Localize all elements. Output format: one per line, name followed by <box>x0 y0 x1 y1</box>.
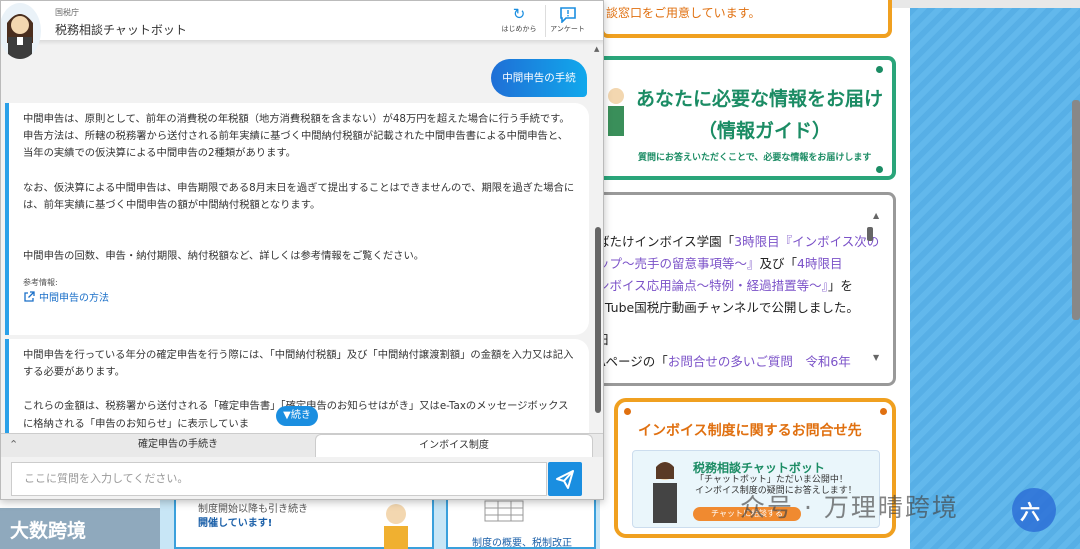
bot-message-text: 中間申告を行っている年分の確定申告を行う際には、「中間納付税額」及び「中間納付譲… <box>23 349 574 379</box>
invoice-contact-title: インボイス制度に関するお問合せ先 <box>638 423 862 439</box>
table-icon <box>484 500 524 522</box>
news-link[interactable]: 4時限目 <box>797 256 842 271</box>
corner-dot <box>624 408 631 415</box>
overview-text: 制度の概要、税制改正 <box>472 538 572 549</box>
corner-dot <box>876 166 883 173</box>
refresh-icon: ↻ <box>512 5 526 23</box>
presenter-illustration <box>384 504 408 549</box>
tab-invoice[interactable]: インボイス制度 <box>315 434 593 458</box>
info-guide-caption: 質問にお答えいただくことで、必要な情報をお届けします <box>638 153 872 163</box>
decorative-background <box>910 0 1080 549</box>
seminar-card[interactable]: 制度開始以降も引き続き 開催しています! <box>174 500 434 549</box>
news-line: ばたけインボイス学園「3時限目『インボイス次の <box>597 234 880 249</box>
news-link[interactable]: 3時限目『インボイス次の <box>734 234 879 249</box>
corner-dot <box>880 408 887 415</box>
character-illustration <box>608 88 624 136</box>
organization-label: 国税庁 <box>55 8 79 17</box>
feedback-icon <box>546 5 589 24</box>
chevron-up-icon[interactable]: ⌃ <box>9 438 18 451</box>
restart-label: はじめから <box>501 25 537 33</box>
bot-title: 税務相談チャットボット <box>55 23 187 37</box>
news-link[interactable]: ンボイス応用論点～特例・経過措置等～』 <box>597 278 828 293</box>
news-scrollbar[interactable] <box>867 227 873 241</box>
quick-tabs: ⌃ 確定申告の手続き インボイス制度 <box>1 433 603 458</box>
tab-final-return[interactable]: 確定申告の手続き <box>41 434 315 458</box>
survey-label: アンケート <box>550 25 585 33</box>
news-line: uTube国税庁動画チャンネルで公開しました。 <box>597 300 859 315</box>
operator-illustration <box>653 462 677 523</box>
restart-button[interactable]: ↻ はじめから <box>499 5 539 37</box>
input-row: ここに質問を入力してください。 <box>1 457 603 499</box>
info-guide-subtitle: （情報ガイド） <box>698 120 832 142</box>
chatbot-window: 国税庁 税務相談チャットボット ↻ はじめから アンケート 中間申告の手続 中間… <box>0 0 604 500</box>
external-link-icon <box>24 291 35 302</box>
news-line: ップ～売手の留意事項等～』及び「4時限目 <box>597 256 843 271</box>
scroll-up-icon[interactable]: ▲ <box>594 45 599 53</box>
survey-button[interactable]: アンケート <box>545 5 589 37</box>
bot-message-text: 中間申告は、原則として、前年の消費税の年税額（地方消費税額を含まない）が48万円… <box>23 113 570 160</box>
bot-message-text: 中間申告の回数、申告・納付期限、納付税額など、詳しくは参考情報をご覧ください。 <box>23 250 425 263</box>
chat-scrollbar[interactable] <box>595 227 601 413</box>
continue-button[interactable]: ▼続き <box>276 406 318 426</box>
corner-dot <box>876 66 883 73</box>
overview-card[interactable]: 制度の概要、税制改正 <box>446 500 596 549</box>
reference-label: 参考情報: <box>23 278 58 288</box>
question-input[interactable]: ここに質問を入力してください。 <box>11 462 547 496</box>
bot-message: 中間申告は、原則として、前年の消費税の年税額（地方消費税額を含まない）が48万円… <box>5 103 589 335</box>
bot-message-text: なお、仮決算による中間申告は、申告期限である8月末日を過ぎて提出することはできま… <box>23 181 575 211</box>
watermark-icon: 六 <box>1020 500 1040 524</box>
send-icon <box>556 470 574 489</box>
scroll-up-icon[interactable]: ▲ <box>873 211 879 220</box>
user-message: 中間申告の手続 <box>491 59 587 97</box>
consultation-text: 談窓口をご用意しています。 <box>606 6 761 20</box>
chatbot-promo-title: 税務相談チャットボット <box>693 461 825 475</box>
browser-strip <box>892 0 1080 8</box>
reference-link[interactable]: 中間申告の方法 <box>23 291 575 306</box>
info-guide-banner[interactable]: あなたに必要な情報をお届け （情報ガイド） 質問にお答えいただくことで、必要な情… <box>594 56 896 180</box>
consultation-card[interactable]: 談窓口をご用意しています。 <box>600 0 892 38</box>
seminar-text: 制度開始以降も引き続き <box>198 504 308 515</box>
send-button[interactable] <box>548 462 582 496</box>
news-line: ンボイス応用論点～特例・経過措置等～』」を <box>597 278 853 293</box>
scroll-down-icon[interactable]: ▼ <box>873 353 879 362</box>
news-box: ばたけインボイス学園「3時限目『インボイス次の ップ～売手の留意事項等～』及び「… <box>594 192 896 386</box>
news-link[interactable]: お問合せの多いご質問 令和6年 <box>668 354 851 369</box>
chat-header: 国税庁 税務相談チャットボット ↻ はじめから アンケート <box>1 1 603 59</box>
logo-text: 大数跨境 <box>10 520 87 542</box>
page-scrollbar[interactable] <box>1072 100 1080 320</box>
info-guide-title: あなたに必要な情報をお届け <box>636 88 884 110</box>
news-line: Aページの「お問合せの多いご質問 令和6年 <box>597 354 851 369</box>
news-link[interactable]: ップ～売手の留意事項等～』 <box>597 256 760 271</box>
site-logo: 大数跨境 <box>0 508 160 549</box>
watermark: 众号 · 万理晴跨境 <box>740 493 959 522</box>
seminar-text: 開催しています! <box>198 518 273 529</box>
message-list[interactable]: 中間申告の手続 中間申告は、原則として、前年の消費税の年税額（地方消費税額を含ま… <box>1 41 603 433</box>
